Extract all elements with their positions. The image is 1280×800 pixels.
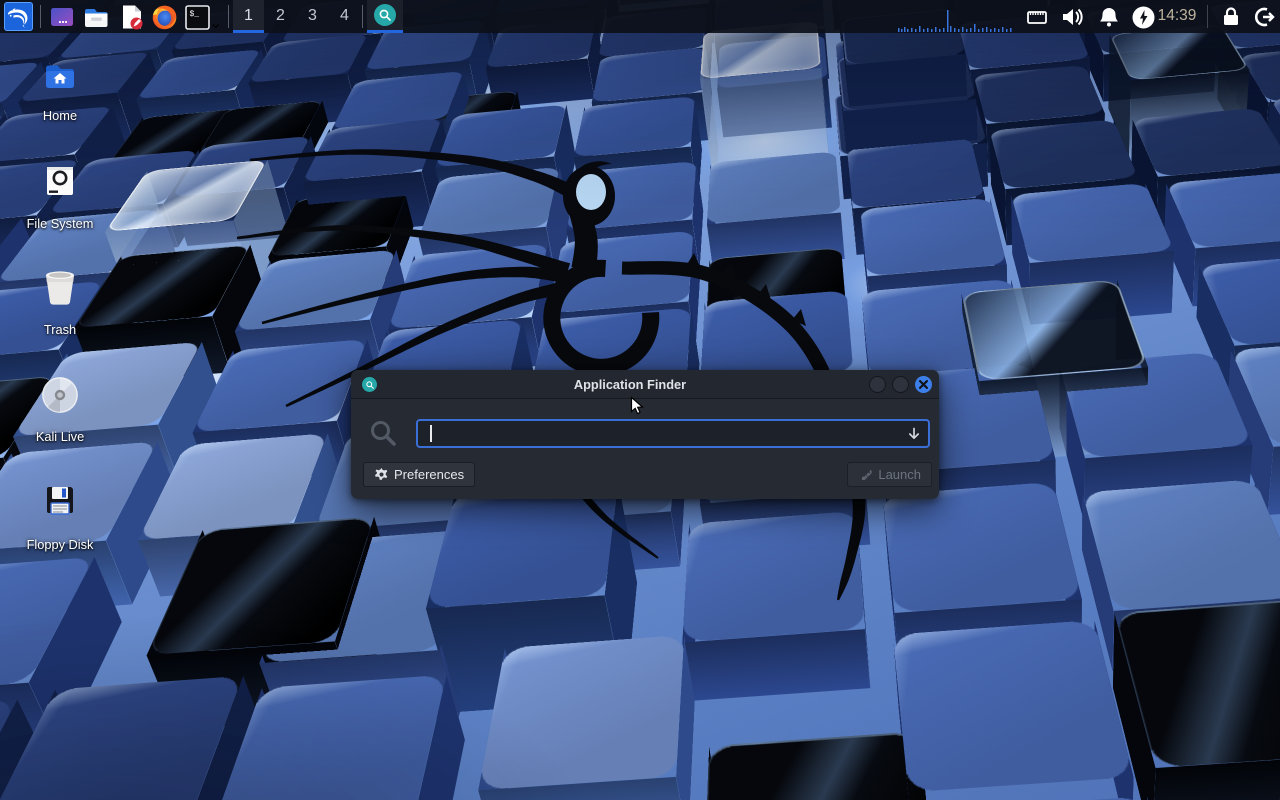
svg-text:$_: $_: [189, 10, 199, 19]
